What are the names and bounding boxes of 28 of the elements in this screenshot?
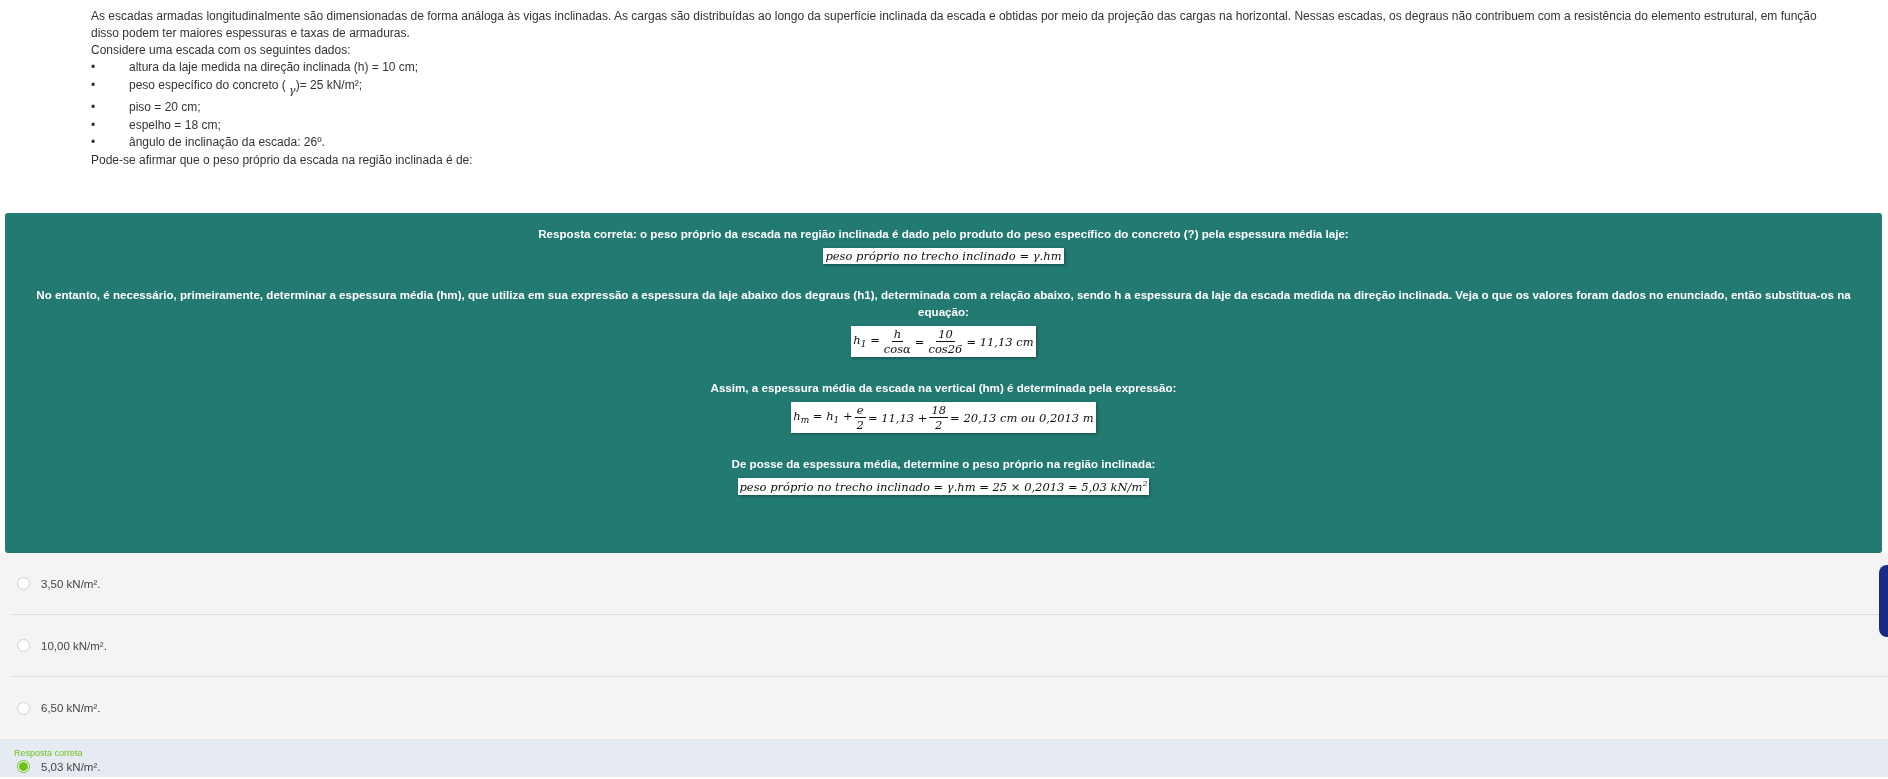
option-text[interactable]: 5,03 kN/m². <box>41 760 101 773</box>
bullet: • <box>91 76 97 94</box>
radio-button[interactable] <box>17 577 30 590</box>
data-item: altura da laje medida na direção inclinada (h) = 10 cm; <box>129 59 419 76</box>
radio-button[interactable] <box>17 639 30 652</box>
bullet: • <box>91 134 97 151</box>
data-item: espelho = 18 cm; <box>129 116 221 134</box>
bullet: • <box>91 99 97 116</box>
radio-button[interactable] <box>17 760 30 773</box>
formula: peso próprio no trecho inclinado = γ.hm = 25 × 0,2013 = 5,03 kN/m$^{2}$ <box>737 478 1150 495</box>
feedback-text: Resposta correta: o peso próprio da escada na região inclinada é dado pelo produto do peso específico do concreto (?) pela espessura média laje: <box>538 226 1349 242</box>
feedback-text: De posse da espessura média, determine o peso próprio na região inclinada: <box>731 456 1156 472</box>
formula: peso próprio no trecho inclinado = γ.hm <box>823 248 1064 264</box>
feedback-text: No entanto, é necessário, primeiramente, determinar a espessura média (hm), que utiliza em sua expressão a espessura da laje abaixo dos degraus (h1), determinada com a relação abaixo, sendo h a espessura da laje da escada medida na direção inclinada. Veja o que os valores foram dados no enunciado, então substitua-os na equação: <box>35 287 1852 320</box>
question-text: Considere uma escada com os seguintes dados: <box>91 42 352 59</box>
option-text[interactable]: 6,50 kN/m². <box>41 702 101 714</box>
data-item: piso = 20 cm; <box>129 99 201 116</box>
question-text: As escadas armadas longitudinalmente são dimensionadas de forma análoga às vigas inclinadas. As cargas são distribuídas ao longo da superfície inclinada da escada e obtidas por meio da projeção das cargas na horizontal. Nessas escadas, os degraus não contribuem com a resistência do elemento estrutural, em função disso podem ter maiores espessuras e taxas de armaduras. <box>91 8 1818 42</box>
question-text: Pode-se afirmar que o peso próprio da escada na região inclinada é de: <box>91 151 474 169</box>
correct-answer-label: Resposta correta <box>13 748 84 758</box>
data-item: ângulo de inclinação da escada: 26º. <box>129 134 325 151</box>
side-tab[interactable] <box>1879 565 1888 637</box>
radio-button[interactable] <box>17 701 30 715</box>
feedback-text: Assim, a espessura média da escada na vertical (hm) é determinada pela expressão: <box>710 380 1177 396</box>
option-text[interactable]: 3,50 kN/m². <box>41 577 101 590</box>
bullet: • <box>91 59 97 76</box>
option-text[interactable]: 10,00 kN/m². <box>41 639 107 652</box>
bullet: • <box>91 116 97 134</box>
